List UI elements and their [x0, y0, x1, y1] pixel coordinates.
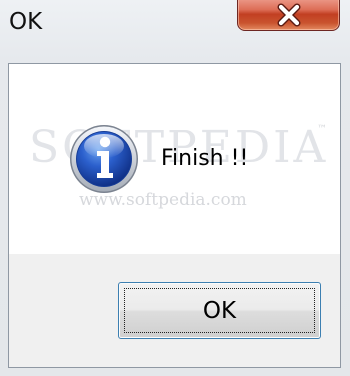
watermark-trademark: ™	[317, 124, 327, 135]
ok-button[interactable]: OK	[118, 282, 321, 339]
window-title: OK	[9, 9, 43, 35]
close-button[interactable]	[237, 0, 340, 31]
ok-button-label: OK	[202, 297, 237, 324]
dialog-window: OK SOFTPEDIA ™ www.softpedia.com Finish …	[0, 0, 350, 376]
message-panel: SOFTPEDIA ™ www.softpedia.com Finish !!	[9, 64, 340, 254]
message-text: Finish !!	[161, 146, 249, 171]
dialog-client-area: SOFTPEDIA ™ www.softpedia.com Finish !! …	[8, 63, 341, 368]
information-icon	[70, 125, 138, 193]
close-icon	[277, 3, 300, 26]
